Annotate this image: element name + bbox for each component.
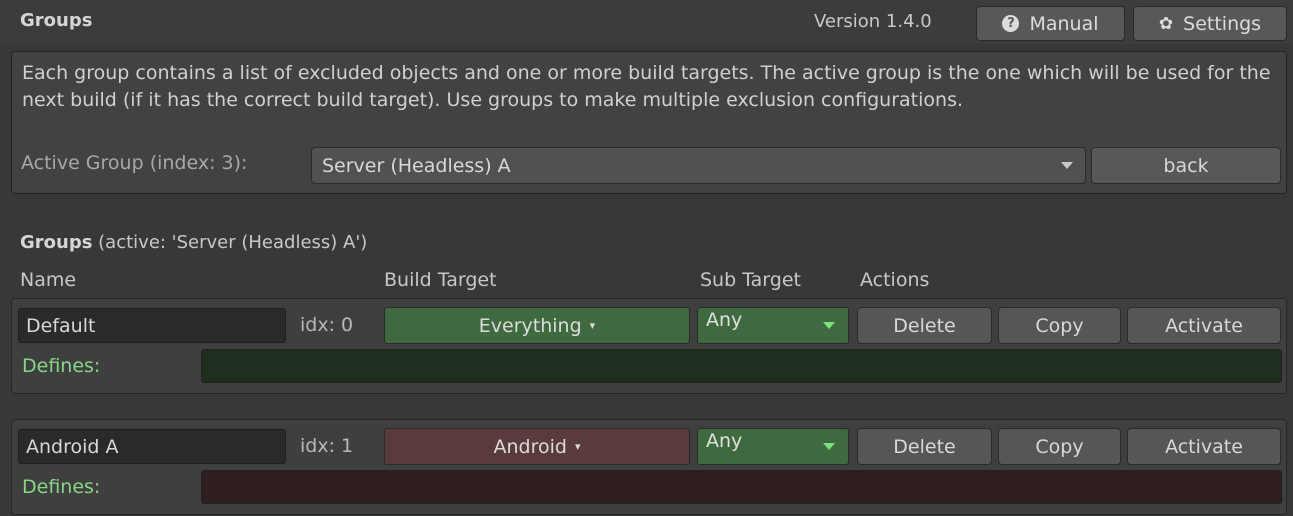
help-circle-icon: ? (1002, 15, 1020, 32)
groups-title-bold: Groups (20, 232, 93, 253)
defines-label: Defines: (22, 476, 101, 498)
active-group-value: Server (Headless) A (322, 154, 511, 177)
copy-button[interactable]: Copy (998, 307, 1121, 344)
version-label: Version 1.4.0 (814, 11, 932, 32)
manual-button[interactable]: ? Manual (976, 6, 1125, 41)
build-target-value: Everything (478, 314, 582, 337)
group-name-input[interactable]: Default (18, 308, 286, 343)
column-header-sub-target: Sub Target (700, 269, 801, 291)
dropdown-dot-icon: ▾ (589, 319, 596, 332)
build-target-value: Android (493, 435, 567, 458)
defines-label: Defines: (22, 355, 101, 377)
active-group-dropdown[interactable]: Server (Headless) A (311, 147, 1086, 184)
delete-button[interactable]: Delete (857, 307, 992, 344)
sub-target-value: Any (706, 309, 743, 331)
active-group-label: Active Group (index: 3): (21, 152, 248, 174)
groups-description: Each group contains a list of excluded o… (22, 62, 1271, 111)
activate-button[interactable]: Activate (1127, 307, 1281, 344)
group-name-input[interactable]: Android A (18, 429, 286, 464)
chevron-down-icon (823, 322, 835, 329)
defines-input[interactable] (201, 470, 1282, 504)
column-header-name: Name (20, 269, 77, 291)
settings-button[interactable]: ✿ Settings (1133, 6, 1287, 41)
chevron-down-icon (823, 443, 835, 450)
delete-button[interactable]: Delete (857, 428, 992, 465)
group-index-label: idx: 0 (300, 314, 354, 336)
defines-input[interactable] (201, 349, 1282, 383)
copy-button[interactable]: Copy (998, 428, 1121, 465)
window-title: Groups (20, 10, 93, 31)
build-target-dropdown[interactable]: Everything ▾ (384, 307, 690, 344)
groups-title-active: (active: 'Server (Headless) A') (92, 232, 368, 253)
settings-button-label: Settings (1183, 12, 1262, 35)
column-header-build-target: Build Target (384, 269, 497, 291)
groups-list-title: Groups (active: 'Server (Headless) A') (20, 232, 367, 253)
back-button[interactable]: back (1091, 147, 1281, 184)
dropdown-dot-icon: ▾ (574, 440, 581, 453)
group-index-label: idx: 1 (300, 435, 354, 457)
gear-icon: ✿ (1158, 13, 1174, 34)
column-header-actions: Actions (860, 269, 930, 291)
activate-button[interactable]: Activate (1127, 428, 1281, 465)
manual-button-label: Manual (1029, 12, 1099, 35)
chevron-down-icon (1061, 162, 1073, 169)
sub-target-value: Any (706, 430, 743, 452)
build-target-dropdown[interactable]: Android ▾ (384, 428, 690, 465)
